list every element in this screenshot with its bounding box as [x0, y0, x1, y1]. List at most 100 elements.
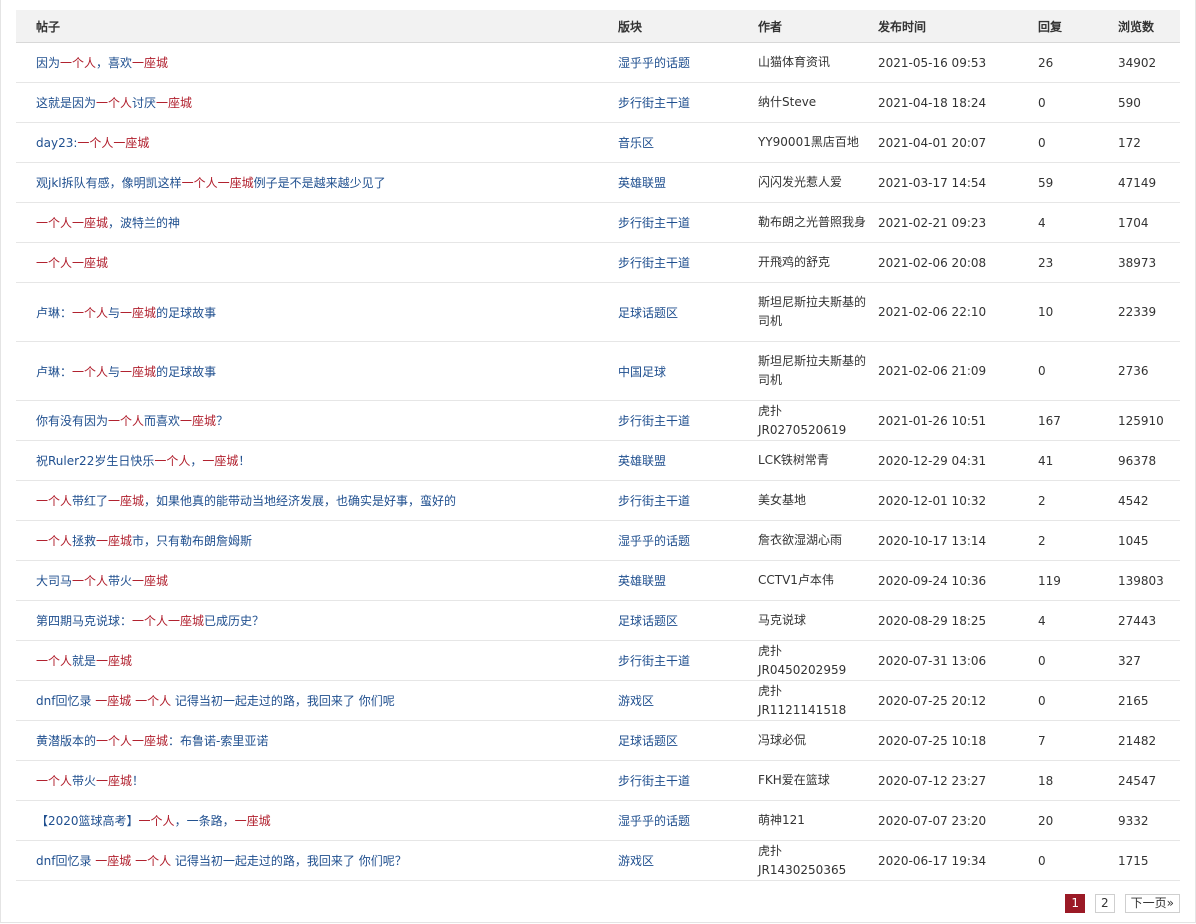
post-author[interactable]: 纳什Steve — [758, 93, 878, 112]
post-title-link[interactable]: 一个人带红了一座城，如果他真的能带动当地经济发展，也确实是好事，蛮好的 — [36, 494, 456, 508]
table-row: 这就是因为一个人讨厌一座城 步行街主干道 纳什Steve 2021-04-18 18:… — [16, 82, 1180, 123]
post-author[interactable]: 斯坦尼斯拉夫斯基的司机 — [758, 352, 878, 390]
post-author[interactable]: 虎扑JR1430250365 — [758, 842, 878, 880]
title-text: 带红了 — [72, 494, 109, 508]
post-time: 2020-07-25 20:12 — [878, 680, 1038, 721]
post-author[interactable]: 闪闪发光惹人爱 — [758, 173, 878, 192]
post-title-link[interactable]: 观jkl拆队有感，像明凯这样一个人一座城例子是不是越来越少见了 — [36, 176, 386, 190]
post-title-link[interactable]: day23:一个人一座城 — [36, 136, 149, 150]
post-forum[interactable]: 英雄联盟 — [618, 176, 666, 190]
post-replies: 41 — [1038, 440, 1118, 481]
post-forum[interactable]: 湿乎乎的话题 — [618, 56, 690, 70]
post-forum[interactable]: 步行街主干道 — [618, 256, 690, 270]
post-forum[interactable]: 足球话题区 — [618, 734, 678, 748]
post-time: 2021-02-06 21:09 — [878, 341, 1038, 401]
post-forum[interactable]: 步行街主干道 — [618, 216, 690, 230]
page-2-button[interactable]: 2 — [1095, 894, 1115, 913]
post-author[interactable]: 虎扑JR1121141518 — [758, 682, 878, 720]
post-title-link[interactable]: 祝Ruler22岁生日快乐一个人，一座城！ — [36, 454, 250, 468]
post-author[interactable]: YY90001黑店百地 — [758, 133, 878, 152]
post-title-link[interactable]: 这就是因为一个人讨厌一座城 — [36, 96, 192, 110]
post-forum[interactable]: 游戏区 — [618, 694, 654, 708]
post-forum[interactable]: 中国足球 — [618, 365, 666, 379]
post-forum[interactable]: 步行街主干道 — [618, 96, 690, 110]
post-author[interactable]: 虎扑JR0270520619 — [758, 402, 878, 440]
post-forum[interactable]: 足球话题区 — [618, 614, 678, 628]
post-author-cell: 纳什Steve — [758, 82, 878, 123]
post-forum[interactable]: 步行街主干道 — [618, 774, 690, 788]
post-forum[interactable]: 英雄联盟 — [618, 454, 666, 468]
title-keyword: 一座城 — [96, 774, 133, 788]
post-author[interactable]: 詹衣欲湿湖心雨 — [758, 531, 878, 550]
post-author[interactable]: 开飛鸡的舒克 — [758, 253, 878, 272]
post-author[interactable]: 萌神121 — [758, 811, 878, 830]
post-author[interactable]: 冯球必侃 — [758, 731, 878, 750]
post-title-link[interactable]: 黄潜版本的一个人一座城：布鲁诺-索里亚诺 — [36, 734, 268, 748]
title-keyword: 一座城 一个人 — [95, 854, 172, 868]
post-title-link[interactable]: 【2020篮球高考】一个人，一条路，一座城 — [36, 814, 271, 828]
post-author-cell: 斯坦尼斯拉夫斯基的司机 — [758, 341, 878, 401]
post-forum[interactable]: 湿乎乎的话题 — [618, 534, 690, 548]
post-author[interactable]: 山猫体育资讯 — [758, 53, 878, 72]
post-time: 2021-01-26 10:51 — [878, 400, 1038, 441]
post-time: 2021-05-16 09:53 — [878, 42, 1038, 83]
post-forum-cell: 游戏区 — [618, 840, 758, 881]
post-time: 2021-04-01 20:07 — [878, 122, 1038, 163]
post-forum[interactable]: 步行街主干道 — [618, 414, 690, 428]
title-text: day23: — [36, 136, 78, 150]
post-forum[interactable]: 步行街主干道 — [618, 654, 690, 668]
post-author[interactable]: 美女基地 — [758, 491, 878, 510]
post-author[interactable]: LCK铁树常青 — [758, 451, 878, 470]
post-forum-cell: 湿乎乎的话题 — [618, 42, 758, 83]
post-forum[interactable]: 音乐区 — [618, 136, 654, 150]
post-author[interactable]: CCTV1卢本伟 — [758, 571, 878, 590]
post-title-link[interactable]: 大司马一个人带火一座城 — [36, 574, 168, 588]
post-title-link[interactable]: dnf回忆录 一座城 一个人 记得当初一起走过的路，我回来了 你们呢？ — [36, 854, 407, 868]
post-forum[interactable]: 英雄联盟 — [618, 574, 666, 588]
title-text: 与 — [108, 305, 121, 320]
title-text: ！ — [132, 774, 145, 788]
post-views: 1045 — [1118, 520, 1180, 561]
post-title-link[interactable]: dnf回忆录 一座城 一个人 记得当初一起走过的路，我回来了 你们呢 — [36, 694, 395, 708]
page-1-button[interactable]: 1 — [1065, 894, 1086, 913]
post-forum-cell: 步行街主干道 — [618, 480, 758, 521]
title-keyword: 一座城 — [120, 364, 157, 379]
post-title-link[interactable]: 一个人一座城 — [36, 256, 108, 270]
table-row: 你有没有因为一个人而喜欢一座城？ 步行街主干道 虎扑JR0270520619 2021… — [16, 400, 1180, 441]
post-views: 2736 — [1118, 341, 1180, 401]
post-replies: 59 — [1038, 162, 1118, 203]
post-title-link[interactable]: 一个人就是一座城 — [36, 654, 132, 668]
post-forum[interactable]: 足球话题区 — [618, 306, 678, 320]
next-page-button[interactable]: 下一页» — [1124, 894, 1180, 913]
post-author[interactable]: 斯坦尼斯拉夫斯基的司机 — [758, 293, 878, 331]
post-title-link[interactable]: 因为一个人，喜欢一座城 — [36, 56, 168, 70]
post-time: 2021-02-06 22:10 — [878, 282, 1038, 342]
post-author[interactable]: 虎扑JR0450202959 — [758, 642, 878, 680]
table-row: 观jkl拆队有感，像明凯这样一个人一座城例子是不是越来越少见了 英雄联盟 闪闪发光惹… — [16, 162, 1180, 203]
title-text: 第四期马克说球： — [36, 614, 133, 628]
post-author[interactable]: 马克说球 — [758, 611, 878, 630]
post-author-cell: 虎扑JR0450202959 — [758, 640, 878, 681]
post-forum[interactable]: 湿乎乎的话题 — [618, 814, 690, 828]
post-title-link[interactable]: 一个人拯救一座城市，只有勒布朗詹姆斯 — [36, 534, 252, 548]
post-title-cell: 一个人一座城，波特兰的神 — [16, 202, 618, 243]
table-row: 卢琳：一个人与一座城的足球故事 中国足球 斯坦尼斯拉夫斯基的司机 2021-02-06… — [16, 341, 1180, 401]
post-title-link[interactable]: 卢琳：一个人与一座城的足球故事 — [36, 306, 216, 320]
post-title-link[interactable]: 卢琳：一个人与一座城的足球故事 — [36, 365, 216, 379]
post-views: 327 — [1118, 640, 1180, 681]
post-author-cell: CCTV1卢本伟 — [758, 560, 878, 601]
post-replies: 119 — [1038, 560, 1118, 601]
post-title-link[interactable]: 一个人一座城，波特兰的神 — [36, 216, 180, 230]
post-author[interactable]: FKH爱在篮球 — [758, 771, 878, 790]
post-title-cell: 因为一个人，喜欢一座城 — [16, 42, 618, 83]
post-forum[interactable]: 游戏区 — [618, 854, 654, 868]
post-replies: 18 — [1038, 760, 1118, 801]
post-forum[interactable]: 步行街主干道 — [618, 494, 690, 508]
post-author[interactable]: 勒布朗之光普照我身 — [758, 213, 878, 232]
post-views: 172 — [1118, 122, 1180, 163]
post-title-link[interactable]: 一个人带火一座城！ — [36, 774, 144, 788]
post-title-cell: 祝Ruler22岁生日快乐一个人，一座城！ — [16, 440, 618, 481]
post-title-link[interactable]: 你有没有因为一个人而喜欢一座城？ — [36, 414, 228, 428]
post-title-link[interactable]: 第四期马克说球：一个人一座城已成历史？ — [36, 614, 264, 628]
title-keyword: 一个人 — [96, 96, 133, 110]
